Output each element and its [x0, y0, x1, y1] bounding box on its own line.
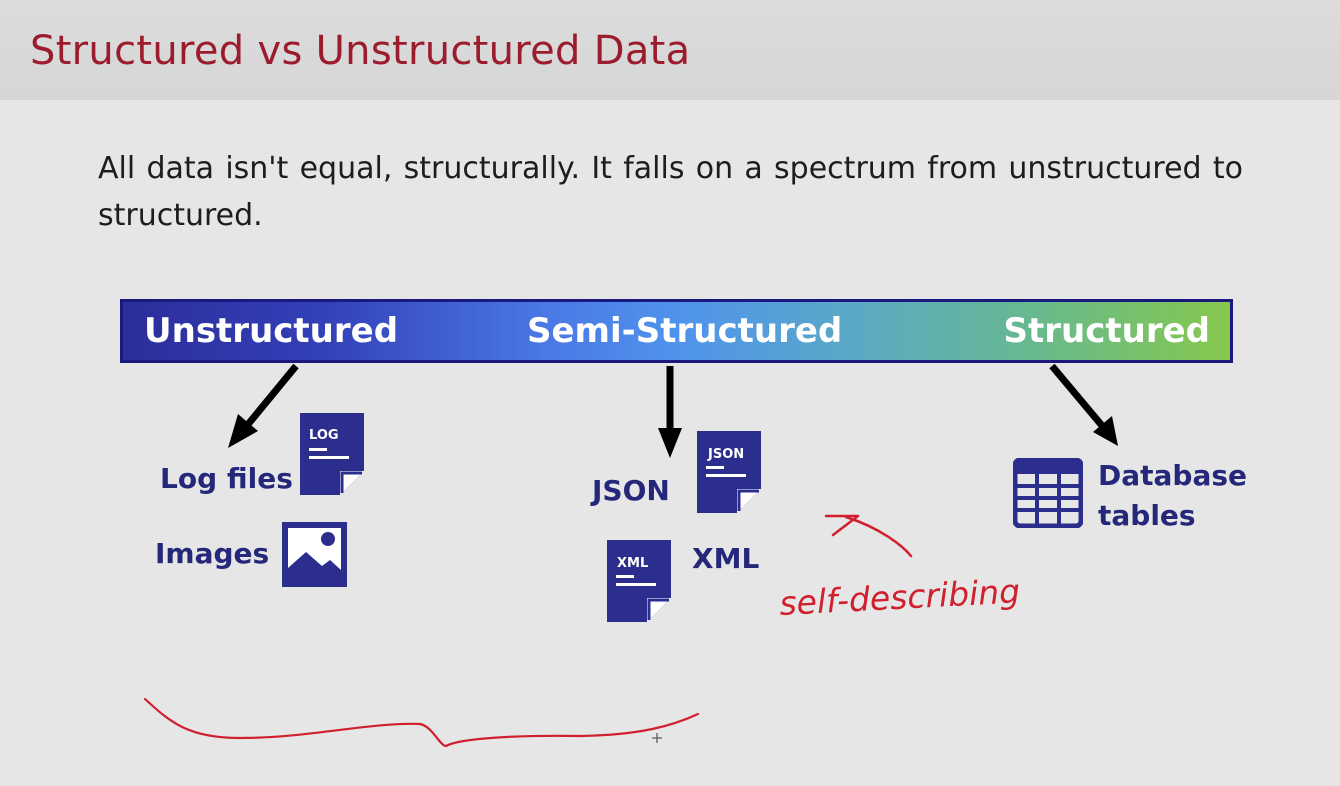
handwritten-note-self-describing: self-describing — [778, 571, 1021, 623]
ink-annotations-layer: self-describing — [143, 514, 1021, 748]
ink-underline-brace — [143, 697, 700, 748]
ink-arrow-pointer — [824, 514, 913, 558]
cursor-crosshair-icon — [652, 733, 662, 743]
